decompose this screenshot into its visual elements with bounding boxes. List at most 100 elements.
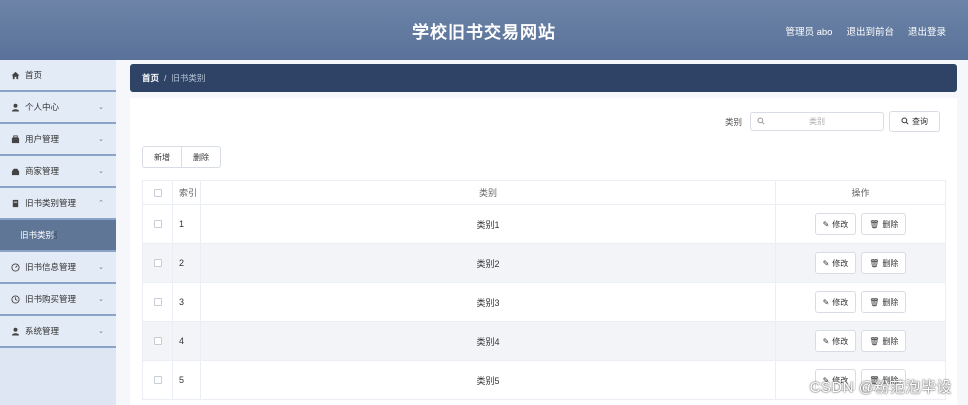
- edit-label: 修改: [832, 219, 849, 229]
- table-row: 4 类别4 ✎ 修改 🗑 删除: [143, 322, 945, 361]
- logout-link[interactable]: 退出登录: [908, 24, 946, 38]
- header-category: 类别: [201, 181, 776, 204]
- chevron-up-icon: ⌃: [98, 200, 104, 207]
- to-front-link[interactable]: 退出到前台: [846, 24, 894, 38]
- delete-label: 删除: [882, 336, 899, 346]
- sidebar-item-purchases[interactable]: 旧书购买管理 ⌄: [0, 284, 116, 316]
- search-placeholder: 类别: [809, 117, 825, 126]
- category-table: 索引 类别 操作 1 类别1 ✎ 修改 🗑 删除 2 类别2 ✎ 修改 🗑 删除…: [142, 180, 946, 400]
- sidebar-item-book-info[interactable]: 旧书信息管理 ⌄: [0, 252, 116, 284]
- trash-icon: 🗑: [869, 297, 880, 307]
- sidebar-item-label: 个人中心: [25, 102, 60, 112]
- row-category: 类别5: [201, 361, 776, 399]
- row-category: 类别3: [201, 283, 776, 321]
- sidebar-item-label: 商家管理: [25, 166, 60, 176]
- edit-icon: ✎: [822, 297, 830, 307]
- sidebar-item-category-mgmt[interactable]: 旧书类别管理 ⌃: [0, 188, 116, 220]
- chevron-down-icon: ⌄: [98, 168, 104, 175]
- edit-icon: ✎: [822, 336, 830, 346]
- main-content: 首页 / 旧书类别 类别 类别 查询 新增 删除 索引 类别 操作 1 类别1 …: [130, 64, 957, 405]
- category-icon: [10, 198, 20, 208]
- delete-label: 删除: [882, 297, 899, 307]
- trash-icon: 🗑: [869, 258, 880, 268]
- batch-delete-button[interactable]: 删除: [182, 146, 221, 168]
- header-links: 管理员 abo 退出到前台 退出登录: [785, 24, 946, 38]
- sidebar-item-merchants[interactable]: 商家管理 ⌄: [0, 156, 116, 188]
- trash-icon: 🗑: [869, 336, 880, 346]
- edit-label: 修改: [832, 336, 849, 346]
- row-checkbox[interactable]: [153, 298, 162, 306]
- add-button[interactable]: 新增: [142, 146, 182, 168]
- breadcrumb-current: 旧书类别: [171, 73, 206, 83]
- delete-button[interactable]: 🗑 删除: [861, 330, 907, 352]
- sidebar-item-system[interactable]: 系统管理 ⌄: [0, 316, 116, 348]
- chevron-down-icon: ⌄: [98, 136, 104, 143]
- row-checkbox[interactable]: [153, 220, 162, 228]
- row-category: 类别4: [201, 322, 776, 360]
- sidebar-item-profile[interactable]: 个人中心 ⌄: [0, 92, 116, 124]
- row-category: 类别2: [201, 244, 776, 282]
- row-index: 3: [173, 283, 201, 321]
- header-index: 索引: [173, 181, 201, 204]
- sidebar-item-label: 用户管理: [25, 134, 60, 144]
- row-checkbox[interactable]: [153, 337, 162, 345]
- edit-icon: ✎: [822, 258, 830, 268]
- search-input[interactable]: 类别: [750, 112, 884, 131]
- row-category: 类别1: [201, 205, 776, 243]
- edit-button[interactable]: ✎ 修改: [814, 252, 857, 274]
- row-index: 1: [173, 205, 201, 243]
- table-row: 3 类别3 ✎ 修改 🗑 删除: [143, 283, 945, 322]
- search-bar: 类别 类别 查询: [725, 111, 940, 132]
- sidebar-item-label: 系统管理: [25, 326, 60, 336]
- delete-button[interactable]: 🗑 删除: [861, 291, 907, 313]
- top-header: 学校旧书交易网站 管理员 abo 退出到前台 退出登录: [0, 0, 968, 60]
- chevron-down-icon: ⌄: [98, 264, 104, 271]
- breadcrumb-separator: /: [164, 73, 167, 83]
- admin-name[interactable]: 管理员 abo: [785, 24, 832, 38]
- query-button-label: 查询: [912, 117, 928, 126]
- search-icon: [901, 116, 909, 127]
- row-index: 4: [173, 322, 201, 360]
- edit-label: 修改: [832, 258, 849, 268]
- chevron-down-icon: ⌄: [98, 296, 104, 303]
- query-button[interactable]: 查询: [889, 111, 940, 132]
- home-icon: [10, 70, 20, 80]
- sidebar-item-category[interactable]: 旧书类别 ☝: [0, 220, 116, 252]
- trash-icon: 🗑: [869, 219, 880, 229]
- table-header: 索引 类别 操作: [143, 181, 945, 205]
- search-icon: [757, 117, 765, 127]
- sidebar: 首页 个人中心 ⌄ 用户管理 ⌄ 商家管理 ⌄ 旧书类别管理 ⌃ 旧书类别 ☝: [0, 60, 116, 405]
- row-index: 2: [173, 244, 201, 282]
- sidebar-item-label: 旧书信息管理: [25, 262, 77, 272]
- edit-icon: ✎: [822, 219, 830, 229]
- sidebar-item-label: 旧书类别管理: [25, 198, 77, 208]
- delete-button[interactable]: 🗑 删除: [861, 213, 907, 235]
- sidebar-item-home[interactable]: 首页: [0, 60, 116, 92]
- delete-label: 删除: [882, 258, 899, 268]
- table-row: 2 类别2 ✎ 修改 🗑 删除: [143, 244, 945, 283]
- sidebar-item-users[interactable]: 用户管理 ⌄: [0, 124, 116, 156]
- edit-button[interactable]: ✎ 修改: [814, 213, 857, 235]
- row-checkbox[interactable]: [153, 259, 162, 267]
- search-label: 类别: [724, 116, 742, 127]
- user-icon: [10, 102, 20, 112]
- breadcrumb-home[interactable]: 首页: [142, 72, 159, 84]
- edit-button[interactable]: ✎ 修改: [814, 330, 857, 352]
- sidebar-item-label: 旧书购买管理: [25, 294, 77, 304]
- hand-cursor-icon: ☝: [51, 230, 58, 242]
- system-icon: [10, 326, 20, 336]
- chevron-down-icon: ⌄: [98, 328, 104, 335]
- chevron-down-icon: ⌄: [98, 104, 104, 111]
- shop-icon: [10, 166, 20, 176]
- row-index: 5: [173, 361, 201, 399]
- delete-label: 删除: [882, 219, 899, 229]
- edit-button[interactable]: ✎ 修改: [814, 291, 857, 313]
- header-ops: 操作: [851, 188, 870, 198]
- select-all-checkbox[interactable]: [153, 188, 162, 197]
- sidebar-item-label: 首页: [25, 70, 43, 80]
- edit-label: 修改: [832, 297, 849, 307]
- table-row: 1 类别1 ✎ 修改 🗑 删除: [143, 205, 945, 244]
- content-panel: 类别 类别 查询 新增 删除 索引 类别 操作 1 类别1 ✎ 修改 🗑 删除 …: [130, 98, 957, 405]
- row-checkbox[interactable]: [153, 376, 162, 384]
- delete-button[interactable]: 🗑 删除: [861, 252, 907, 274]
